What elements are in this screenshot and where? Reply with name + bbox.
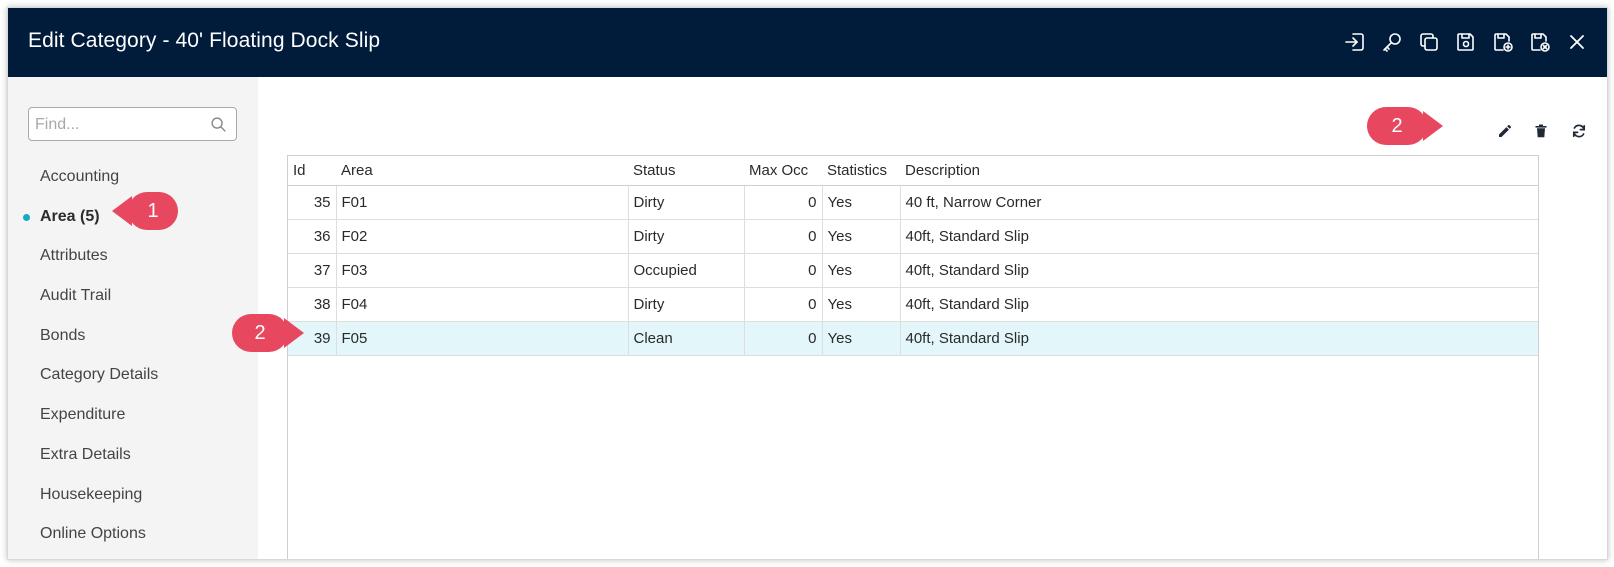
sidebar-item-label: Category Details bbox=[40, 366, 159, 384]
column-header-description[interactable]: Description bbox=[900, 156, 1538, 186]
callout-step-1: 1 bbox=[112, 192, 178, 230]
close-icon[interactable] bbox=[1565, 30, 1589, 54]
login-icon[interactable] bbox=[1343, 30, 1367, 54]
cell-status: Clean bbox=[628, 321, 745, 356]
table-row[interactable]: 36 F02 Dirty 0 Yes 40ft, Standard Slip bbox=[288, 219, 1538, 254]
cell-id: 35 bbox=[288, 185, 337, 220]
cell-max-occ: 0 bbox=[744, 185, 823, 220]
callout-step-2-toolbar: 2 bbox=[1367, 107, 1443, 145]
save-icon[interactable] bbox=[1454, 30, 1478, 54]
cell-area: F04 bbox=[336, 287, 629, 322]
cell-statistics: Yes bbox=[822, 219, 901, 254]
window-title: Edit Category - 40' Floating Dock Slip bbox=[28, 29, 381, 52]
sidebar-item-label: Accounting bbox=[40, 168, 120, 185]
title-actions bbox=[1343, 30, 1589, 54]
sidebar-item-label: Online Options bbox=[40, 525, 146, 543]
sidebar-item-label: Expenditure bbox=[40, 406, 126, 424]
cell-id: 37 bbox=[288, 253, 337, 288]
cell-area: F05 bbox=[336, 321, 629, 356]
edit-category-window: Edit Category - 40' Floating Dock Slip F… bbox=[7, 7, 1608, 560]
column-header-area[interactable]: Area bbox=[336, 156, 628, 186]
table-row[interactable]: 35 F01 Dirty 0 Yes 40 ft, Narrow Corner bbox=[288, 185, 1538, 220]
sidebar: Accounting Area (5) Attributes Audit Tra… bbox=[8, 77, 258, 559]
table-row[interactable]: 37 F03 Occupied 0 Yes 40ft, Standard Sli… bbox=[288, 253, 1538, 288]
column-header-status[interactable]: Status bbox=[628, 156, 744, 186]
cell-max-occ: 0 bbox=[744, 321, 823, 356]
cell-statistics: Yes bbox=[822, 253, 901, 288]
cell-area: F03 bbox=[336, 253, 629, 288]
sidebar-item-label: Bonds bbox=[40, 326, 86, 344]
cell-area: F02 bbox=[336, 219, 629, 254]
cell-description: 40ft, Standard Slip bbox=[900, 321, 1538, 356]
callout-number: 1 bbox=[147, 199, 159, 222]
cell-id: 36 bbox=[288, 219, 337, 254]
delete-trash-icon[interactable] bbox=[1529, 119, 1553, 143]
sidebar-item-accounting[interactable]: Accounting bbox=[8, 157, 258, 197]
cell-statistics: Yes bbox=[822, 185, 901, 220]
sidebar-item-housekeeping[interactable]: Housekeeping bbox=[8, 475, 258, 515]
find-box bbox=[28, 107, 237, 141]
column-header-id[interactable]: Id bbox=[288, 156, 336, 186]
sidebar-item-attributes[interactable]: Attributes bbox=[8, 236, 258, 276]
cell-description: 40 ft, Narrow Corner bbox=[900, 185, 1538, 220]
table-header-row: Id Area Status Max Occ Statistics Descri… bbox=[288, 156, 1538, 186]
active-dot-icon bbox=[23, 213, 30, 221]
area-grid: Id Area Status Max Occ Statistics Descri… bbox=[287, 155, 1539, 559]
sidebar-item-label: Area (5) bbox=[40, 207, 100, 225]
column-header-max-occ[interactable]: Max Occ bbox=[744, 156, 822, 186]
sidebar-item-online-options[interactable]: Online Options bbox=[8, 514, 258, 554]
find-input[interactable] bbox=[35, 114, 205, 136]
search-icon[interactable] bbox=[210, 116, 227, 133]
cell-statistics: Yes bbox=[822, 287, 901, 322]
edit-pencil-icon[interactable] bbox=[1493, 119, 1517, 143]
copy-icon[interactable] bbox=[1417, 30, 1441, 54]
sidebar-item-bonds[interactable]: Bonds bbox=[8, 316, 258, 356]
cell-status: Dirty bbox=[628, 219, 745, 254]
refresh-icon[interactable] bbox=[1567, 119, 1591, 143]
cell-description: 40ft, Standard Slip bbox=[900, 253, 1538, 288]
cell-id: 38 bbox=[288, 287, 337, 322]
key-icon[interactable] bbox=[1380, 30, 1404, 54]
cell-status: Dirty bbox=[628, 185, 745, 220]
column-header-statistics[interactable]: Statistics bbox=[822, 156, 900, 186]
sidebar-item-expenditure[interactable]: Expenditure bbox=[8, 395, 258, 435]
cell-max-occ: 0 bbox=[744, 287, 823, 322]
sidebar-item-label: Housekeeping bbox=[40, 485, 143, 503]
cell-status: Dirty bbox=[628, 287, 745, 322]
sidebar-item-category-details[interactable]: Category Details bbox=[8, 355, 258, 395]
cell-description: 40ft, Standard Slip bbox=[900, 287, 1538, 322]
callout-step-2-row: 2 bbox=[232, 314, 304, 352]
title-bar: Edit Category - 40' Floating Dock Slip bbox=[8, 8, 1607, 77]
sidebar-item-label: Attributes bbox=[40, 247, 108, 265]
sidebar-item-label: Extra Details bbox=[40, 445, 131, 463]
cell-description: 40ft, Standard Slip bbox=[900, 219, 1538, 254]
cell-area: F01 bbox=[336, 185, 629, 220]
sidebar-item-extra-details[interactable]: Extra Details bbox=[8, 435, 258, 475]
cell-max-occ: 0 bbox=[744, 219, 823, 254]
table-row[interactable]: 38 F04 Dirty 0 Yes 40ft, Standard Slip bbox=[288, 287, 1538, 322]
area-table: Id Area Status Max Occ Statistics Descri… bbox=[288, 156, 1538, 356]
save-and-close-icon[interactable] bbox=[1528, 30, 1552, 54]
save-and-new-icon[interactable] bbox=[1491, 30, 1515, 54]
cell-statistics: Yes bbox=[822, 321, 901, 356]
cell-max-occ: 0 bbox=[744, 253, 823, 288]
table-row-selected[interactable]: 39 F05 Clean 0 Yes 40ft, Standard Slip bbox=[288, 321, 1538, 356]
cell-status: Occupied bbox=[628, 253, 745, 288]
callout-number: 2 bbox=[254, 321, 266, 344]
callout-number: 2 bbox=[1391, 114, 1403, 137]
sidebar-item-audit-trail[interactable]: Audit Trail bbox=[8, 276, 258, 316]
main-panel: Id Area Status Max Occ Statistics Descri… bbox=[258, 77, 1607, 559]
sidebar-item-label: Audit Trail bbox=[40, 287, 112, 305]
